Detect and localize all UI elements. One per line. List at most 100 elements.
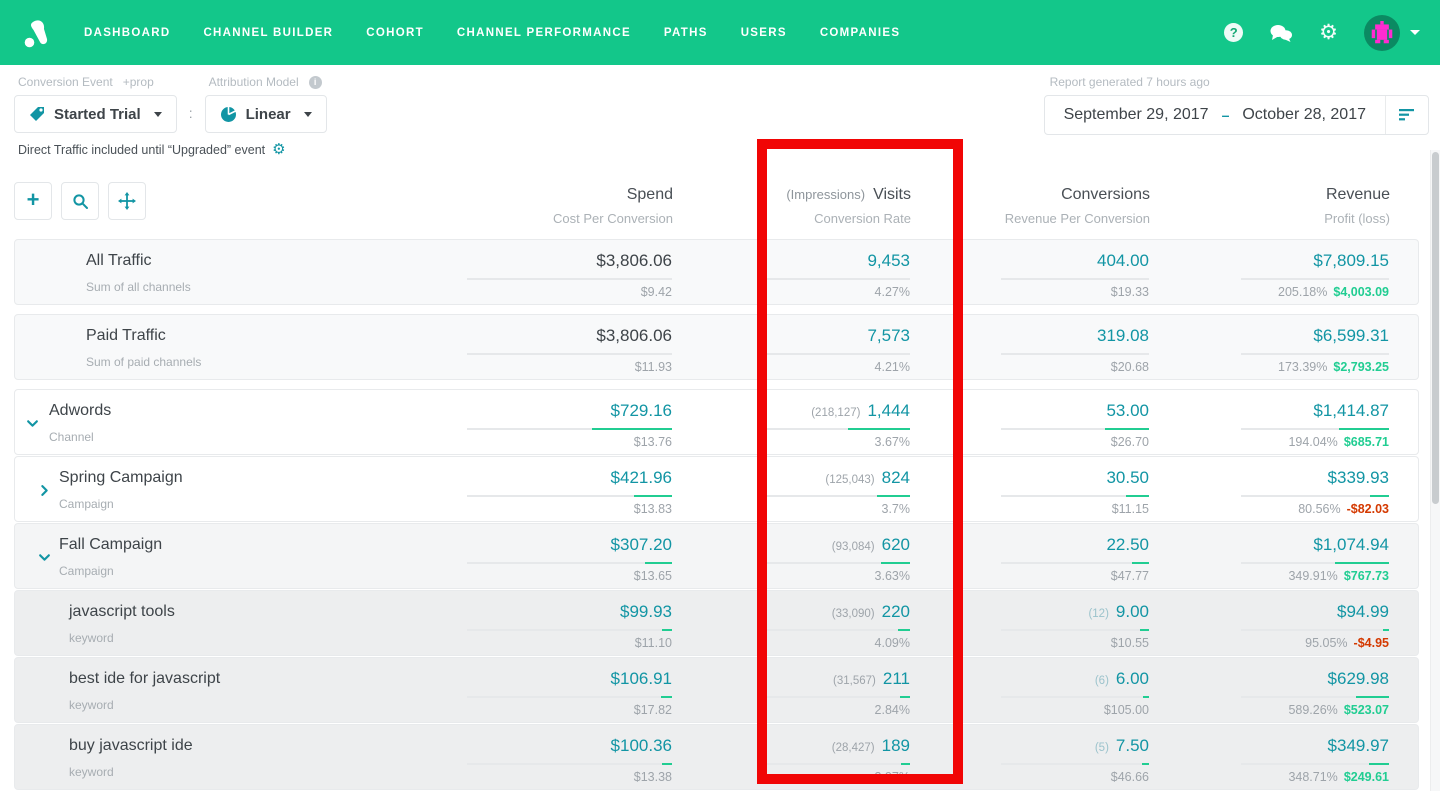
spend-sub: $11.93 <box>432 360 672 374</box>
revenue-value: $1,414.87 <box>1313 401 1389 421</box>
scrollbar-thumb[interactable] <box>1432 152 1439 504</box>
visits-bar <box>901 763 910 765</box>
revenue-value: $349.97 <box>1328 736 1389 756</box>
note-settings-icon[interactable]: ⚙ <box>272 142 285 157</box>
table-row[interactable]: All Traffic Sum of all channels $3,806.0… <box>14 239 1419 305</box>
revenue-cell: $1,414.87 194.04%$685.71 <box>1149 390 1389 454</box>
attribution-model-dropdown[interactable]: Linear <box>205 95 327 133</box>
settings-icon[interactable]: ⚙ <box>1319 22 1338 43</box>
conversion-rate-sub: 3.67% <box>672 435 910 449</box>
conversions-bar <box>1126 495 1149 497</box>
column-header-conversions[interactable]: Conversions Revenue Per Conversion <box>911 182 1150 226</box>
conversions-cell: 404.00 $19.33 <box>910 240 1149 304</box>
table-row[interactable]: Adwords Channel $729.16 $13.76 (218,127)… <box>14 389 1419 455</box>
table-row[interactable]: Spring Campaign Campaign $421.96 $13.83 … <box>14 456 1419 522</box>
visits-bar <box>877 495 910 497</box>
impressions-prefix: (125,043) <box>825 474 874 486</box>
chat-icon[interactable] <box>1269 23 1293 43</box>
nav-item-companies[interactable]: COMPANIES <box>820 27 901 39</box>
table-row[interactable]: best ide for javascript keyword $106.91 … <box>14 657 1419 723</box>
move-button[interactable] <box>108 182 146 220</box>
conversion-event-value: Started Trial <box>54 106 141 123</box>
spend-cell: $307.20 $13.65 <box>432 524 672 588</box>
user-menu-chevron-icon[interactable] <box>1410 30 1420 35</box>
column-header-visits[interactable]: (Impressions)Visits Conversion Rate <box>673 182 911 226</box>
revenue-value: $629.98 <box>1328 669 1389 689</box>
conversions-prefix: (5) <box>1095 742 1109 754</box>
spend-cell: $3,806.06 $9.42 <box>432 240 672 304</box>
help-icon[interactable]: ? <box>1224 23 1243 42</box>
chevron-down-icon <box>304 112 312 117</box>
column-subtitle: Profit (loss) <box>1150 211 1390 226</box>
profit-value: $4,003.09 <box>1333 285 1389 299</box>
pie-chart-icon <box>220 106 237 123</box>
column-title: Conversions <box>1061 186 1150 204</box>
revenue-value: $94.99 <box>1337 602 1389 622</box>
expand-chevron-icon[interactable] <box>26 417 38 429</box>
app-logo-icon[interactable] <box>20 17 52 49</box>
row-sublabel: keyword <box>69 698 432 712</box>
table-row[interactable]: javascript tools keyword $99.93 $11.10 (… <box>14 590 1419 656</box>
row-sublabel: Channel <box>49 430 432 444</box>
expand-chevron-icon[interactable] <box>38 551 50 563</box>
spend-bar <box>661 696 672 698</box>
nav-item-dashboard[interactable]: DASHBOARD <box>84 27 170 39</box>
info-icon[interactable]: i <box>309 76 322 89</box>
conversions-bar <box>1132 562 1149 564</box>
revenue-value: $6,599.31 <box>1313 326 1389 346</box>
table-row[interactable]: Fall Campaign Campaign $307.20 $13.65 (9… <box>14 523 1419 589</box>
column-header-spend[interactable]: Spend Cost Per Conversion <box>433 182 673 226</box>
profit-percent: 80.56% <box>1298 502 1340 516</box>
visits-cell: (33,090)220 4.09% <box>672 591 910 655</box>
table-row[interactable]: buy javascript ide keyword $100.36 $13.3… <box>14 724 1419 790</box>
conversions-value: 319.08 <box>1097 326 1149 346</box>
date-separator: – <box>1222 107 1230 123</box>
date-range-picker[interactable]: September 29, 2017 – October 28, 2017 <box>1044 95 1429 135</box>
expand-chevron-icon[interactable] <box>38 484 50 496</box>
nav-item-users[interactable]: USERS <box>741 27 787 39</box>
revenue-cell: $349.97 348.71%$249.61 <box>1149 725 1389 789</box>
spend-sub: $11.10 <box>432 636 672 650</box>
date-filter-button[interactable] <box>1386 109 1428 121</box>
avatar-robot-icon <box>1370 21 1394 45</box>
impressions-prefix: (28,427) <box>832 742 875 754</box>
conversion-rate-sub: 4.09% <box>672 636 910 650</box>
conversion-rate-sub: 2.84% <box>672 703 910 717</box>
row-title: All Traffic <box>86 252 432 270</box>
spend-value: $106.91 <box>611 669 672 689</box>
add-channel-button[interactable]: + <box>14 182 52 220</box>
nav-item-channel-builder[interactable]: CHANNEL BUILDER <box>203 27 333 39</box>
visits-value: 189 <box>882 736 910 756</box>
revenue-cell: $6,599.31 173.39%$2,793.25 <box>1149 315 1389 379</box>
conversions-cell: 22.50 $47.77 <box>910 524 1149 588</box>
add-prop-link[interactable]: +prop <box>123 75 154 89</box>
profit-value: $767.73 <box>1344 569 1389 583</box>
revenue-per-conversion-sub: $11.15 <box>910 502 1149 516</box>
spend-cell: $729.16 $13.76 <box>432 390 672 454</box>
spend-sub: $13.76 <box>432 435 672 449</box>
column-subtitle: Conversion Rate <box>673 211 911 226</box>
user-avatar[interactable] <box>1364 15 1400 51</box>
spend-value: $421.96 <box>611 468 672 488</box>
spend-bar <box>592 428 672 430</box>
table-row[interactable]: Paid Traffic Sum of paid channels $3,806… <box>14 314 1419 380</box>
date-end: October 28, 2017 <box>1242 106 1366 124</box>
profit-percent: 95.05% <box>1305 636 1347 650</box>
nav-item-paths[interactable]: PATHS <box>664 27 708 39</box>
spend-value: $3,806.06 <box>596 326 672 346</box>
revenue-per-conversion-sub: $46.66 <box>910 770 1149 784</box>
visits-bar <box>881 562 910 564</box>
visits-cell: (31,567)211 2.84% <box>672 658 910 722</box>
profit-value: $2,793.25 <box>1333 360 1389 374</box>
spend-value: $729.16 <box>611 401 672 421</box>
search-button[interactable] <box>61 182 99 220</box>
scrollbar-track[interactable] <box>1430 150 1440 791</box>
profit-percent: 589.26% <box>1288 703 1337 717</box>
visits-cell: (93,084)620 3.63% <box>672 524 910 588</box>
column-header-revenue[interactable]: Revenue Profit (loss) <box>1150 182 1390 226</box>
nav-item-cohort[interactable]: COHORT <box>366 27 424 39</box>
profit-percent: 205.18% <box>1278 285 1327 299</box>
visits-value: 620 <box>882 535 910 555</box>
nav-item-channel-performance[interactable]: CHANNEL PERFORMANCE <box>457 27 631 39</box>
conversion-event-dropdown[interactable]: Started Trial <box>14 95 177 133</box>
